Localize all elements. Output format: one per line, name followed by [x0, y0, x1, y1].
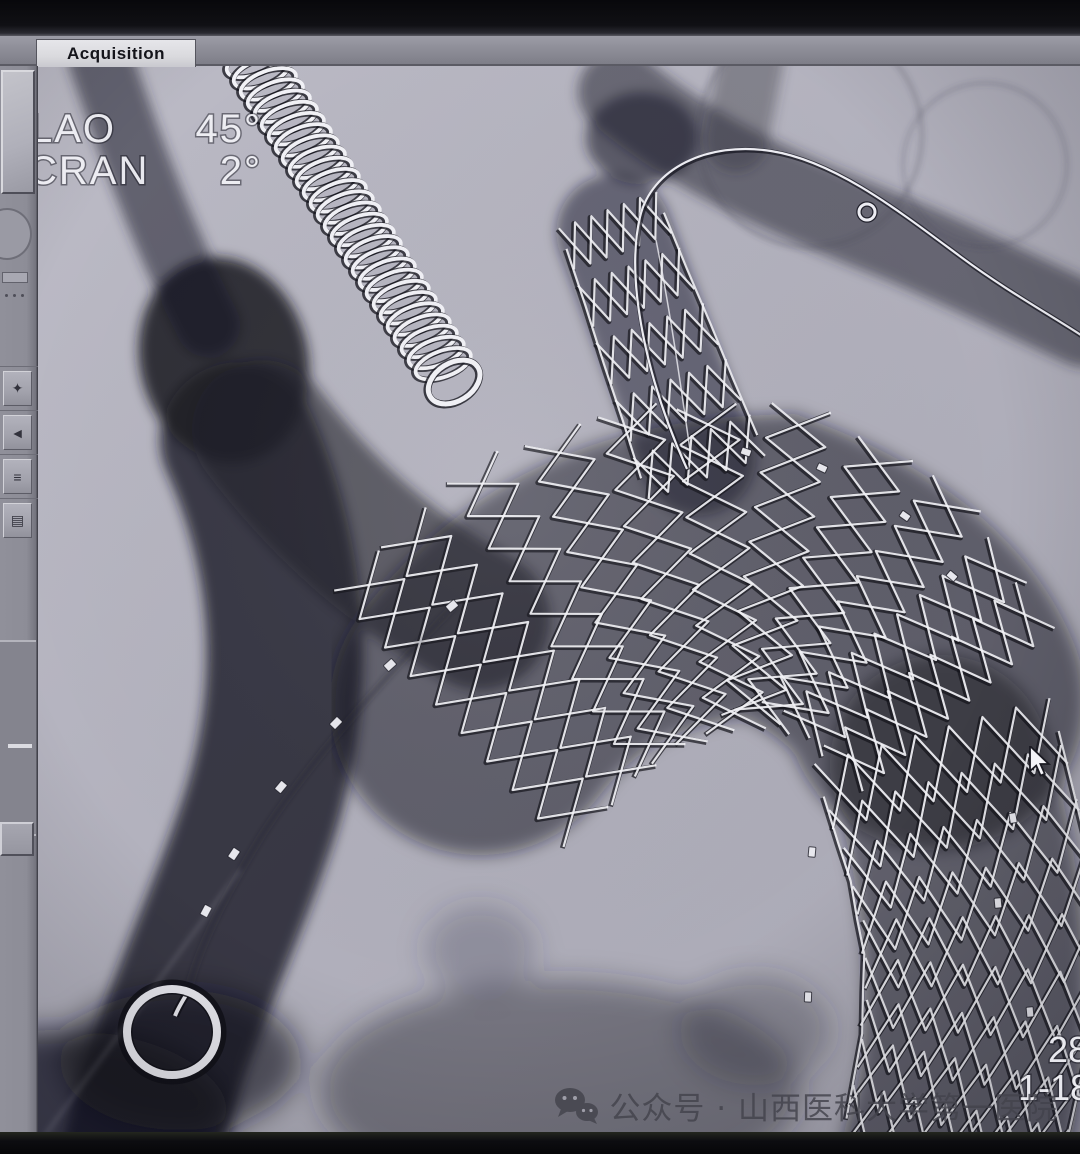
acquisition-workstation-screen: LAO 45° CRAN 2° 28 1-18 Acquisition ✦ ◄ …: [0, 0, 1080, 1154]
osd-lao-label: LAO: [30, 107, 116, 151]
arrow-cursor: [1028, 746, 1054, 778]
tool-button-printer[interactable]: ▤: [3, 503, 32, 538]
sparkle-icon: ✦: [12, 380, 24, 397]
layers-icon: ≡: [13, 469, 21, 485]
arrow-left-icon: ◄: [11, 425, 25, 441]
fluoro-image-viewport[interactable]: LAO 45° CRAN 2° 28 1-18: [0, 0, 1080, 1154]
panel-tick: [8, 744, 32, 748]
tool-button-sparkle[interactable]: ✦: [3, 371, 32, 406]
monitor-bezel-bottom: [0, 1132, 1080, 1154]
tool-button-layers[interactable]: ≡: [3, 459, 32, 494]
photo-vignette: [38, 66, 1080, 1132]
dash-button[interactable]: [2, 272, 28, 283]
printer-icon: ▤: [11, 512, 24, 529]
angiogram-image: LAO 45° CRAN 2° 28 1-18: [0, 0, 1080, 1154]
watermark: 公众号 · 山西医科大学第一医院: [554, 1083, 1058, 1128]
osd-cran-value: 2°: [220, 149, 262, 193]
toolbar-sidebar: ✦ ◄ ≡ ▤: [0, 66, 38, 1132]
sidebar-bottom-button[interactable]: [0, 822, 34, 856]
tool-button-arrow[interactable]: ◄: [3, 415, 32, 450]
watermark-text: 公众号 · 山西医科大学第一医院: [609, 1083, 1058, 1128]
tab-bar: Acquisition: [0, 36, 1080, 66]
dial-control[interactable]: [0, 208, 32, 260]
sidebar-sub-panel[interactable]: [0, 640, 36, 836]
ellipsis-dots: [5, 294, 31, 298]
osd-lao-value: 45°: [196, 107, 263, 151]
tool-button-group: ✦ ◄ ≡ ▤: [0, 366, 38, 542]
tab-acquisition[interactable]: Acquisition: [36, 39, 196, 67]
osd-cran-label: CRAN: [28, 149, 149, 193]
osd-frame-number: 28: [1048, 1029, 1080, 1070]
monitor-bezel-top: [0, 0, 1080, 36]
sidebar-display-panel[interactable]: [1, 70, 35, 194]
wechat-icon: [554, 1087, 600, 1125]
